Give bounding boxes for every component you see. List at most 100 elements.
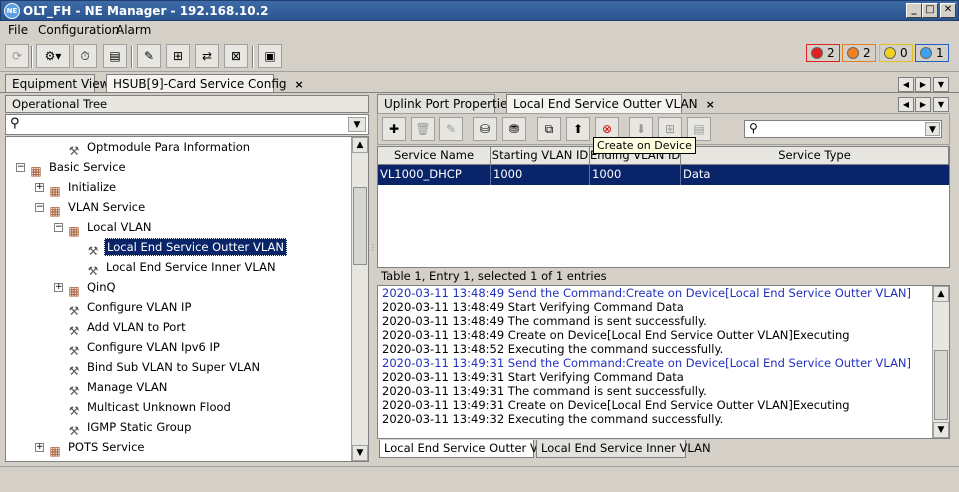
modify-icon[interactable]: ✎ — [439, 117, 463, 141]
collapse-icon[interactable]: − — [54, 223, 63, 232]
scroll-down-icon[interactable]: ▼ — [352, 445, 368, 461]
tree-item[interactable]: ⚒ Local End Service Outter VLAN — [85, 237, 287, 258]
collapse-icon[interactable]: − — [35, 203, 44, 212]
timer-icon[interactable]: ⏱ — [73, 44, 97, 68]
alarm-major[interactable]: 2 — [842, 44, 876, 62]
tab-divider — [0, 92, 959, 93]
table-search-box[interactable]: ⚲ ▼ — [744, 120, 942, 138]
tree-item[interactable]: ⚒ Optmodule Para Information — [66, 137, 252, 158]
tree-item[interactable]: − ▦ Basic Service — [16, 157, 128, 178]
tree-item-label: Configure VLAN Ipv6 IP — [87, 340, 220, 354]
query-device-icon[interactable]: ⧉ — [537, 117, 561, 141]
folder-icon: ▦ — [68, 224, 80, 238]
close-tab-icon[interactable]: × — [295, 78, 304, 91]
scroll-down-icon[interactable]: ▼ — [933, 422, 949, 438]
create-on-device-icon[interactable]: ⬆ — [566, 117, 590, 141]
tree-item[interactable]: ⚒ IGMP Static Group — [66, 417, 193, 438]
folder-icon: ▦ — [30, 164, 42, 178]
menu-configuration[interactable]: Configuration — [38, 23, 119, 37]
database-download-icon[interactable]: ⛃ — [502, 117, 526, 141]
column-header-starting-vlan-id[interactable]: Starting VLAN ID — [491, 147, 590, 165]
table-row[interactable]: VL1000_DHCP 1000 1000 Data — [378, 165, 949, 185]
scroll-up-icon[interactable]: ▲ — [933, 286, 949, 302]
tree-item-label: Optmodule Para Information — [87, 140, 251, 154]
column-header-service-type[interactable]: Service Type — [681, 147, 949, 165]
splitter-handle[interactable]: ⋮ — [369, 95, 377, 463]
tree-item[interactable]: ⚒ Configure VLAN IP — [66, 297, 193, 318]
expand-icon[interactable]: + — [35, 183, 44, 192]
log-line: 2020-03-11 13:48:49 Create on Device[Loc… — [382, 328, 850, 342]
config-dropdown-icon[interactable]: ⚙▾ — [36, 44, 70, 68]
close-button[interactable]: ✕ — [940, 3, 956, 18]
sync-icon[interactable]: ⇄ — [195, 44, 219, 68]
tree-item-label: Multicast Unknown Flood — [87, 400, 231, 414]
operational-tree: ▲ ▼ ⚒ Optmodule Para Information − ▦ Basic S… — [5, 136, 369, 462]
tree-item[interactable]: ⚒ Local End Service Inner VLAN — [85, 257, 278, 278]
tree-item-label: Basic Service — [49, 160, 126, 174]
search-dropdown-icon[interactable]: ▼ — [348, 117, 366, 132]
log-line: 2020-03-11 13:49:31 The command is sent … — [382, 384, 707, 398]
log-scrollbar[interactable]: ▲ ▼ — [932, 286, 949, 438]
main-toolbar: ⟳ ⚙▾ ⏱ ▤ ✎ ⊞ ⇄ ⊠ ▣ 2 2 0 1 — [0, 40, 959, 72]
right-tab-list-icon[interactable]: ▼ — [933, 97, 949, 112]
tree-item-label: QinQ — [87, 280, 116, 294]
tree-scrollbar[interactable]: ▲ ▼ — [351, 137, 368, 461]
cell-starting-vlan-id: 1000 — [491, 165, 590, 185]
tree-item[interactable]: + ▦ Initialize — [35, 177, 118, 198]
tab-uplink-port-properties[interactable]: Uplink Port Properties — [377, 94, 514, 113]
scroll-thumb[interactable] — [353, 187, 367, 265]
alarm-critical[interactable]: 2 — [806, 44, 840, 62]
bottom-tab-inner-vlan[interactable]: Local End Service Inner VLAN — [536, 440, 711, 458]
add-icon[interactable]: ✚ — [382, 117, 406, 141]
scroll-thumb[interactable] — [934, 350, 948, 420]
tree-search-box[interactable]: ⚲ ▼ — [5, 114, 369, 135]
tree-item[interactable]: + ▦ POTS Service — [35, 437, 146, 458]
tree-item[interactable]: ⚒ Configure VLAN Ipv6 IP — [66, 337, 222, 358]
refresh-icon[interactable]: ⟳ — [5, 44, 29, 68]
tab-scroll-left-icon[interactable]: ◀ — [898, 77, 914, 92]
tree-header: Operational Tree — [5, 95, 369, 113]
menu-alarm[interactable]: Alarm — [116, 23, 151, 37]
tree-item[interactable]: ⚒ Add VLAN to Port — [66, 317, 188, 338]
edit-icon[interactable]: ✎ — [137, 44, 161, 68]
add-device-icon[interactable]: ⊞ — [166, 44, 190, 68]
tree-item-label: Local End Service Inner VLAN — [106, 260, 276, 274]
status-bar — [0, 466, 959, 492]
database-icon[interactable]: ⛁ — [473, 117, 497, 141]
tree-item[interactable]: ⚒ Manage VLAN — [66, 377, 169, 398]
right-tab-scroll-left-icon[interactable]: ◀ — [898, 97, 914, 112]
bottom-tab-outter-vlan[interactable]: Local End Service Outter VLAN — [379, 440, 561, 458]
tree-item-label: Manage VLAN — [87, 380, 168, 394]
folder-icon: ▦ — [49, 204, 61, 218]
tab-local-end-service-outter-vlan[interactable]: Local End Service Outter VLAN × — [506, 94, 715, 113]
menu-file[interactable]: File — [8, 23, 28, 37]
monitor-icon[interactable]: ▤ — [103, 44, 127, 68]
scroll-up-icon[interactable]: ▲ — [352, 137, 368, 153]
tab-equipment-view[interactable]: Equipment View — [5, 74, 109, 93]
alarm-minor[interactable]: 0 — [879, 44, 913, 62]
tree-item[interactable]: ⚒ Bind Sub VLAN to Super VLAN — [66, 357, 262, 378]
window-icon[interactable]: ▣ — [258, 44, 282, 68]
expand-icon[interactable]: + — [54, 283, 63, 292]
tab-scroll-right-icon[interactable]: ▶ — [915, 77, 931, 92]
delete-device-icon[interactable]: ⊠ — [224, 44, 248, 68]
toolbar-separator — [31, 46, 33, 68]
maximize-button[interactable]: □ — [922, 3, 938, 18]
right-tab-scroll-right-icon[interactable]: ▶ — [915, 97, 931, 112]
log-line: 2020-03-11 13:48:49 Send the Command:Cre… — [382, 286, 912, 300]
tree-item[interactable]: − ▦ VLAN Service — [35, 197, 147, 218]
tab-card-service-config[interactable]: HSUB[9]-Card Service Config × — [106, 74, 304, 93]
minimize-button[interactable]: _ — [906, 3, 922, 18]
tree-item[interactable]: + ▦ QinQ — [54, 277, 118, 298]
tree-item[interactable]: − ▦ Local VLAN — [54, 217, 153, 238]
window-title: OLT_FH - NE Manager - 192.168.10.2 — [23, 4, 269, 18]
close-tab-icon[interactable]: × — [706, 98, 715, 111]
tab-list-icon[interactable]: ▼ — [933, 77, 949, 92]
search-dropdown-icon[interactable]: ▼ — [925, 122, 940, 136]
collapse-icon[interactable]: − — [16, 163, 25, 172]
delete-icon[interactable]: 🗑 — [411, 117, 435, 141]
column-header-service-name[interactable]: Service Name — [378, 147, 491, 165]
tree-item[interactable]: ⚒ Multicast Unknown Flood — [66, 397, 233, 418]
expand-icon[interactable]: + — [35, 443, 44, 452]
alarm-warning[interactable]: 1 — [915, 44, 949, 62]
